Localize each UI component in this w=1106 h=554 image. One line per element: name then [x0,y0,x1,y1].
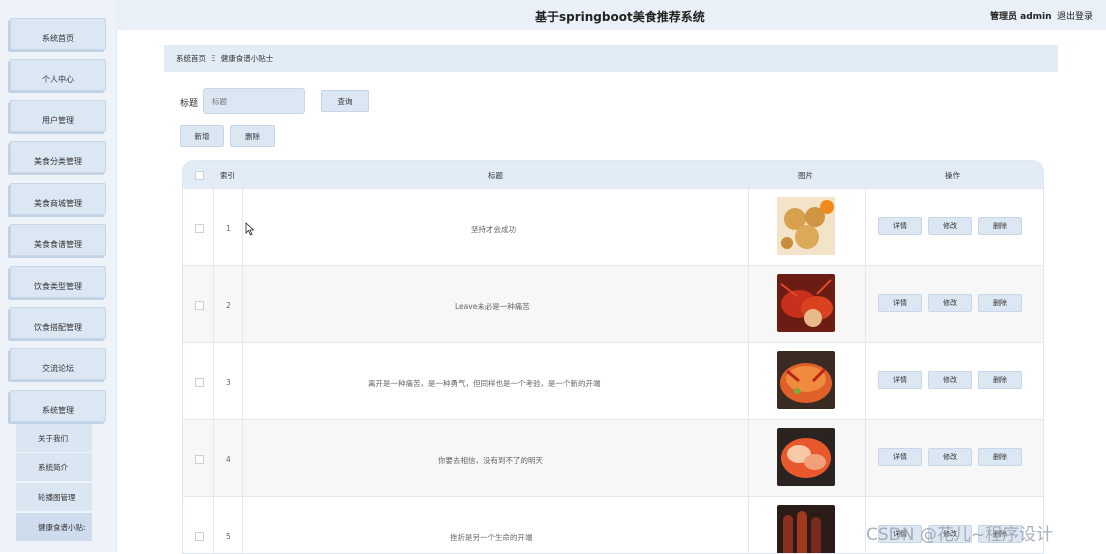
column-header-index: 索引 [220,171,235,180]
select-all-checkbox[interactable] [195,171,204,180]
row-checkbox[interactable] [195,455,204,464]
column-header-image: 图片 [798,171,813,180]
sidebar-item-label: 用户管理 [42,115,74,125]
column-divider [213,161,214,553]
edit-button[interactable]: 修改 [928,294,972,312]
row-delete-button[interactable]: 删除 [978,217,1022,235]
data-table: 索引 标题 图片 操作 1 坚持才会成功 详情 修改 删除 2 Leave未必是… [182,160,1044,554]
sidebar-item-label: 系统首页 [42,33,74,43]
sidebar-item-label: 美食分类管理 [34,156,82,166]
row-checkbox[interactable] [195,224,204,233]
current-user: 管理员 admin [990,12,1052,22]
food-image [777,505,835,553]
row-checkbox[interactable] [195,532,204,541]
watermark: CSDN @花儿~程序设计 [866,525,1054,545]
edit-button[interactable]: 修改 [928,371,972,389]
sidebar-item-label: 系统管理 [42,405,74,415]
detail-button[interactable]: 详情 [878,448,922,466]
row-index: 3 [226,378,231,387]
row-delete-button[interactable]: 删除 [978,448,1022,466]
delete-button[interactable]: 删除 [230,125,275,147]
sidebar-item-label: 美食商城管理 [34,198,82,208]
sidebar-item-users[interactable]: 用户管理 [10,100,106,132]
sidebar-item-recipes[interactable]: 美食食谱管理 [10,224,106,256]
sidebar-item-home[interactable]: 系统首页 [10,18,106,50]
sidebar-item-label: 交流论坛 [42,363,74,373]
detail-button[interactable]: 详情 [878,294,922,312]
sidebar-subitem-intro[interactable]: 系统简介 [16,453,92,481]
sidebar-subitem-health-tips[interactable]: 健康食谱小贴: [16,513,92,541]
column-divider [748,161,749,553]
sidebar-subitem-carousel[interactable]: 轮播图管理 [16,483,92,511]
sidebar-item-diet-pairing[interactable]: 饮食搭配管理 [10,307,106,339]
row-title: 挫折是另一个生命的开端 [450,533,533,542]
sidebar-item-label: 饮食类型管理 [34,281,82,291]
breadcrumb-home[interactable]: 系统首页 [176,53,206,64]
breadcrumb: 系统首页 Ξ 健康食谱小贴士 [164,45,1058,72]
sidebar-subitem-about[interactable]: 关于我们 [16,424,92,452]
food-image [777,428,835,486]
row-checkbox[interactable] [195,301,204,310]
sidebar-item-profile[interactable]: 个人中心 [10,59,106,91]
row-delete-button[interactable]: 删除 [978,371,1022,389]
breadcrumb-current: 健康食谱小贴士 [220,54,274,63]
search-label: 标题 [180,99,199,109]
detail-button[interactable]: 详情 [878,217,922,235]
table-row: 4 你要去相信，没有到不了的明天 详情 修改 删除 [183,419,1043,497]
row-index: 5 [226,532,231,541]
sidebar-item-diet-type[interactable]: 饮食类型管理 [10,266,106,298]
food-image [777,274,835,332]
row-title: 你要去相信，没有到不了的明天 [438,456,543,465]
edit-button[interactable]: 修改 [928,217,972,235]
mouse-cursor-icon [245,222,255,236]
table-row: 3 离开是一种痛苦，是一种勇气，但同样也是一个考验，是一个新的开端 详情 修改 … [183,342,1043,420]
row-delete-button[interactable]: 删除 [978,294,1022,312]
table-header: 索引 标题 图片 操作 [183,161,1043,188]
column-header-actions: 操作 [945,171,960,180]
search-button[interactable]: 查询 [321,90,369,112]
row-index: 2 [226,301,231,310]
breadcrumb-separator-icon: Ξ [211,54,216,63]
sidebar-item-label: 饮食搭配管理 [34,322,82,332]
food-image [777,351,835,409]
column-divider [242,161,243,553]
sidebar-item-food-mall[interactable]: 美食商城管理 [10,183,106,215]
sidebar-item-label: 个人中心 [42,74,74,84]
table-row: 1 坚持才会成功 详情 修改 删除 [183,188,1043,266]
sidebar-item-system[interactable]: 系统管理 [10,390,106,422]
row-checkbox[interactable] [195,378,204,387]
sidebar: 系统首页 个人中心 用户管理 美食分类管理 美食商城管理 美食食谱管理 饮食类型… [0,0,117,552]
edit-button[interactable]: 修改 [928,448,972,466]
row-title: 坚持才会成功 [471,225,516,234]
sidebar-item-label: 美食食谱管理 [34,239,82,249]
detail-button[interactable]: 详情 [878,371,922,389]
sidebar-item-forum[interactable]: 交流论坛 [10,348,106,380]
add-button[interactable]: 新增 [180,125,224,147]
logout-link[interactable]: 退出登录 [1057,9,1093,22]
food-image [777,197,835,255]
search-input[interactable] [203,88,305,114]
column-header-title: 标题 [488,171,503,180]
row-index: 1 [226,224,231,233]
row-title: 离开是一种痛苦，是一种勇气，但同样也是一个考验，是一个新的开端 [368,379,601,388]
sidebar-item-food-category[interactable]: 美食分类管理 [10,141,106,173]
app-title: 基于springboot美食推荐系统 [535,10,705,24]
row-index: 4 [226,455,231,464]
row-title: Leave未必是一种痛苦 [455,302,530,311]
table-row: 2 Leave未必是一种痛苦 详情 修改 删除 [183,265,1043,343]
column-divider [865,161,866,553]
